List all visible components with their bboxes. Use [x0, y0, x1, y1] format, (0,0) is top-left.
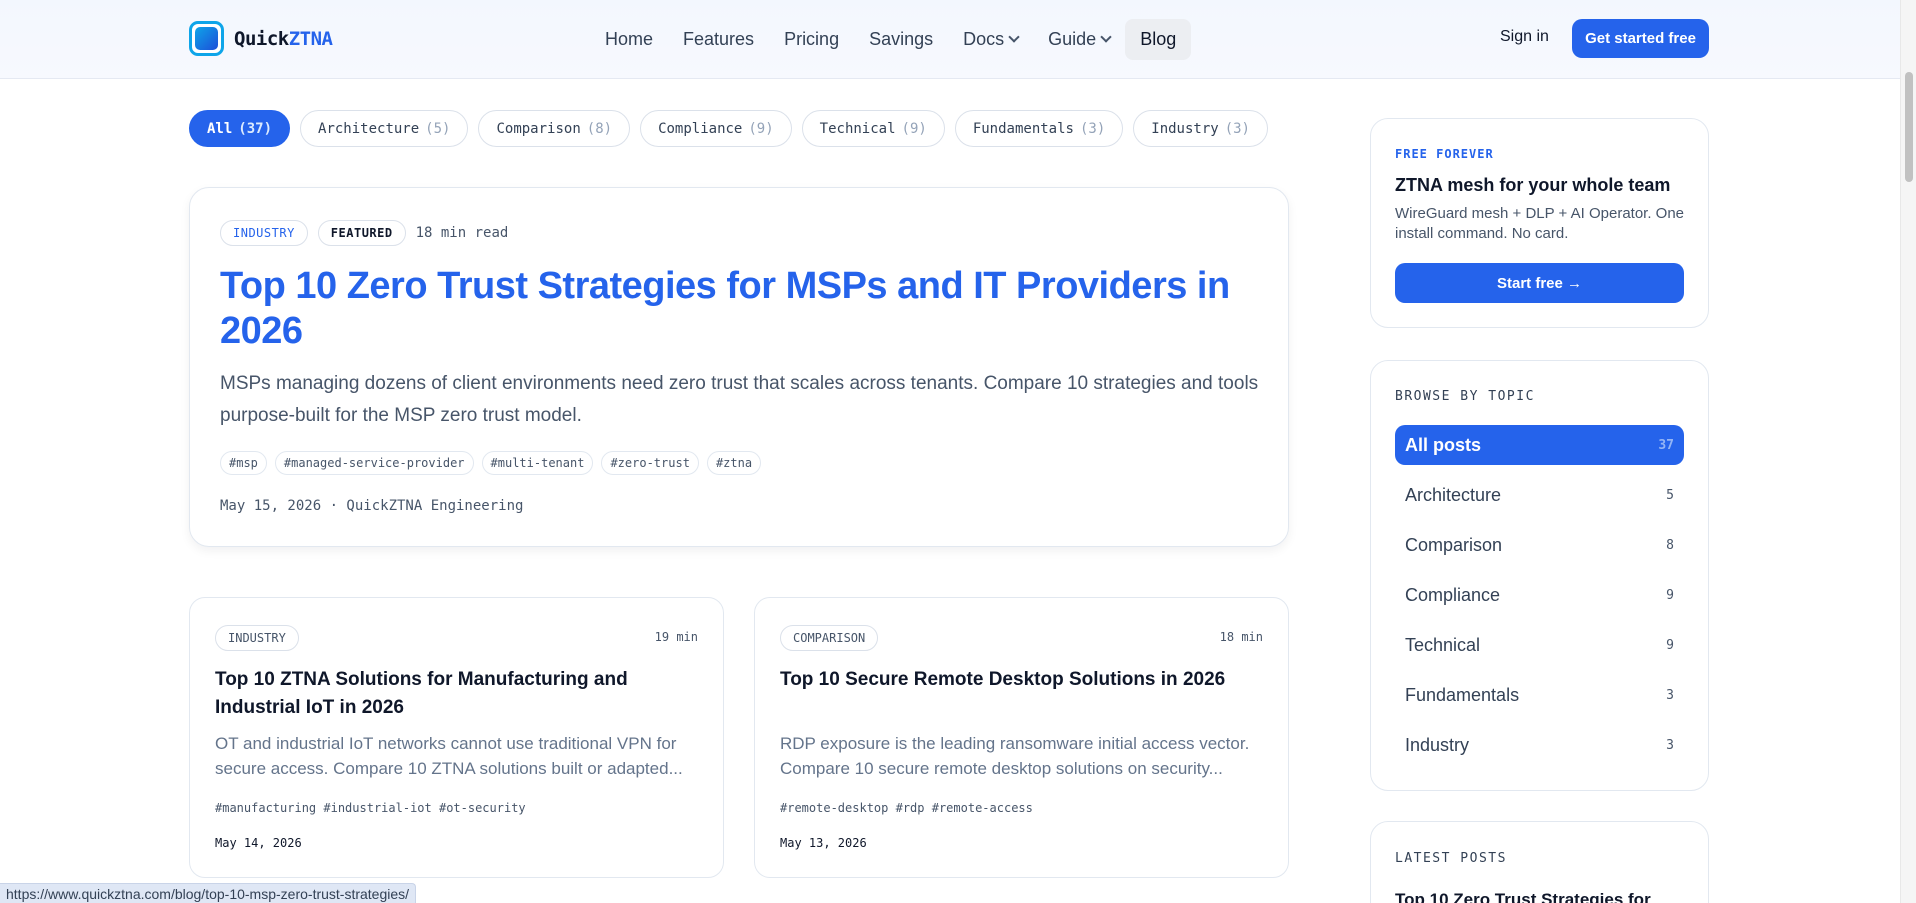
- post-tags: #manufacturing #industrial-iot #ot-secur…: [215, 801, 526, 815]
- topics-heading: BROWSE BY TOPIC: [1395, 389, 1535, 404]
- nav-savings[interactable]: Savings: [854, 19, 948, 60]
- post-date: May 13, 2026: [780, 836, 867, 850]
- post-card[interactable]: INDUSTRY 19 min Top 10 ZTNA Solutions fo…: [189, 597, 724, 878]
- promo-description: WireGuard mesh + DLP + AI Operator. One …: [1395, 205, 1685, 242]
- post-date: May 14, 2026: [215, 836, 302, 850]
- post-title[interactable]: Top 10 ZTNA Solutions for Manufacturing …: [215, 666, 695, 722]
- featured-meta: INDUSTRY FEATURED 18 min read: [220, 220, 508, 246]
- topic-industry[interactable]: Industry 3: [1395, 725, 1684, 765]
- chevron-down-icon: [1100, 31, 1112, 43]
- category-filters: All (37) Architecture (5) Comparison (8) Co…: [189, 110, 1268, 147]
- read-time: 19 min: [654, 630, 698, 644]
- tag[interactable]: #managed-service-provider: [274, 451, 474, 475]
- site-header: QuickZTNA Home Features Pricing Savings …: [0, 0, 1900, 79]
- featured-title[interactable]: Top 10 Zero Trust Strategies for MSPs an…: [220, 264, 1260, 354]
- featured-badge: FEATURED: [317, 220, 406, 246]
- topic-list: All posts 37 Architecture 5 Comparison 8 Co…: [1395, 425, 1684, 775]
- post-excerpt: RDP exposure is the leading ransomware i…: [780, 734, 1250, 778]
- latest-posts-card: LATEST POSTS Top 10 Zero Trust Strategie…: [1370, 821, 1709, 903]
- post-card[interactable]: COMPARISON 18 min Top 10 Secure Remote D…: [754, 597, 1289, 878]
- post-title[interactable]: Top 10 Secure Remote Desktop Solutions i…: [780, 666, 1260, 694]
- brand-logo[interactable]: QuickZTNA: [189, 21, 333, 56]
- topic-fundamentals[interactable]: Fundamentals 3: [1395, 675, 1684, 715]
- filter-all[interactable]: All (37): [189, 110, 291, 147]
- filter-comparison[interactable]: Comparison (8): [478, 110, 631, 147]
- chevron-down-icon: [1008, 31, 1020, 43]
- featured-tags: #msp #managed-service-provider #multi-te…: [220, 451, 762, 475]
- post-tags: #remote-desktop #rdp #remote-access: [780, 801, 1033, 815]
- filter-technical[interactable]: Technical (9): [801, 110, 945, 147]
- promo-card: FREE FOREVER ZTNA mesh for your whole te…: [1370, 118, 1709, 328]
- filter-industry[interactable]: Industry (3): [1133, 110, 1268, 147]
- brand-name: QuickZTNA: [234, 27, 333, 50]
- get-started-button[interactable]: Get started free: [1572, 19, 1709, 58]
- topic-technical[interactable]: Technical 9: [1395, 625, 1684, 665]
- filter-compliance[interactable]: Compliance (9): [640, 110, 792, 147]
- nav-features[interactable]: Features: [668, 19, 769, 60]
- read-time: 18 min read: [415, 225, 509, 241]
- topic-comparison[interactable]: Comparison 8: [1395, 525, 1684, 565]
- promo-eyebrow: FREE FOREVER: [1395, 147, 1494, 161]
- featured-byline: May 15, 2026 · QuickZTNA Engineering: [220, 498, 524, 514]
- nav-docs[interactable]: Docs: [948, 19, 1033, 60]
- nav-home[interactable]: Home: [590, 19, 668, 60]
- latest-post-link[interactable]: Top 10 Zero Trust Strategies for: [1395, 890, 1651, 903]
- category-badge: INDUSTRY: [215, 625, 299, 651]
- filter-fundamentals[interactable]: Fundamentals (3): [954, 110, 1124, 147]
- start-free-button[interactable]: Start free →: [1395, 263, 1684, 303]
- tag[interactable]: #ztna: [706, 451, 762, 475]
- topics-card: BROWSE BY TOPIC All posts 37 Architecture…: [1370, 360, 1709, 791]
- latest-heading: LATEST POSTS: [1395, 851, 1507, 866]
- read-time: 18 min: [1219, 630, 1263, 644]
- nav-guide[interactable]: Guide: [1033, 19, 1125, 60]
- link-status-bar: https://www.quickztna.com/blog/top-10-ms…: [0, 883, 417, 903]
- topic-compliance[interactable]: Compliance 9: [1395, 575, 1684, 615]
- scrollbar-thumb[interactable]: [1905, 72, 1913, 182]
- category-badge: INDUSTRY: [220, 220, 308, 246]
- topic-all-posts[interactable]: All posts 37: [1395, 425, 1684, 465]
- post-excerpt: OT and industrial IoT networks cannot us…: [215, 734, 683, 778]
- tag[interactable]: #msp: [220, 451, 267, 475]
- tag[interactable]: #multi-tenant: [481, 451, 594, 475]
- filter-architecture[interactable]: Architecture (5): [300, 110, 469, 147]
- nav-blog[interactable]: Blog: [1125, 19, 1192, 60]
- page-scrollbar[interactable]: [1900, 0, 1916, 903]
- featured-excerpt: MSPs managing dozens of client environme…: [220, 373, 1259, 426]
- sign-in-link[interactable]: Sign in: [1500, 28, 1549, 46]
- category-badge: COMPARISON: [780, 625, 879, 651]
- main-nav: Home Features Pricing Savings Docs Guide…: [590, 19, 1192, 60]
- topic-architecture[interactable]: Architecture 5: [1395, 475, 1684, 515]
- promo-title: ZTNA mesh for your whole team: [1395, 175, 1671, 195]
- tag[interactable]: #zero-trust: [601, 451, 699, 475]
- featured-post-card[interactable]: INDUSTRY FEATURED 18 min read Top 10 Zer…: [189, 187, 1289, 547]
- nav-pricing[interactable]: Pricing: [769, 19, 854, 60]
- logo-icon: [189, 21, 224, 56]
